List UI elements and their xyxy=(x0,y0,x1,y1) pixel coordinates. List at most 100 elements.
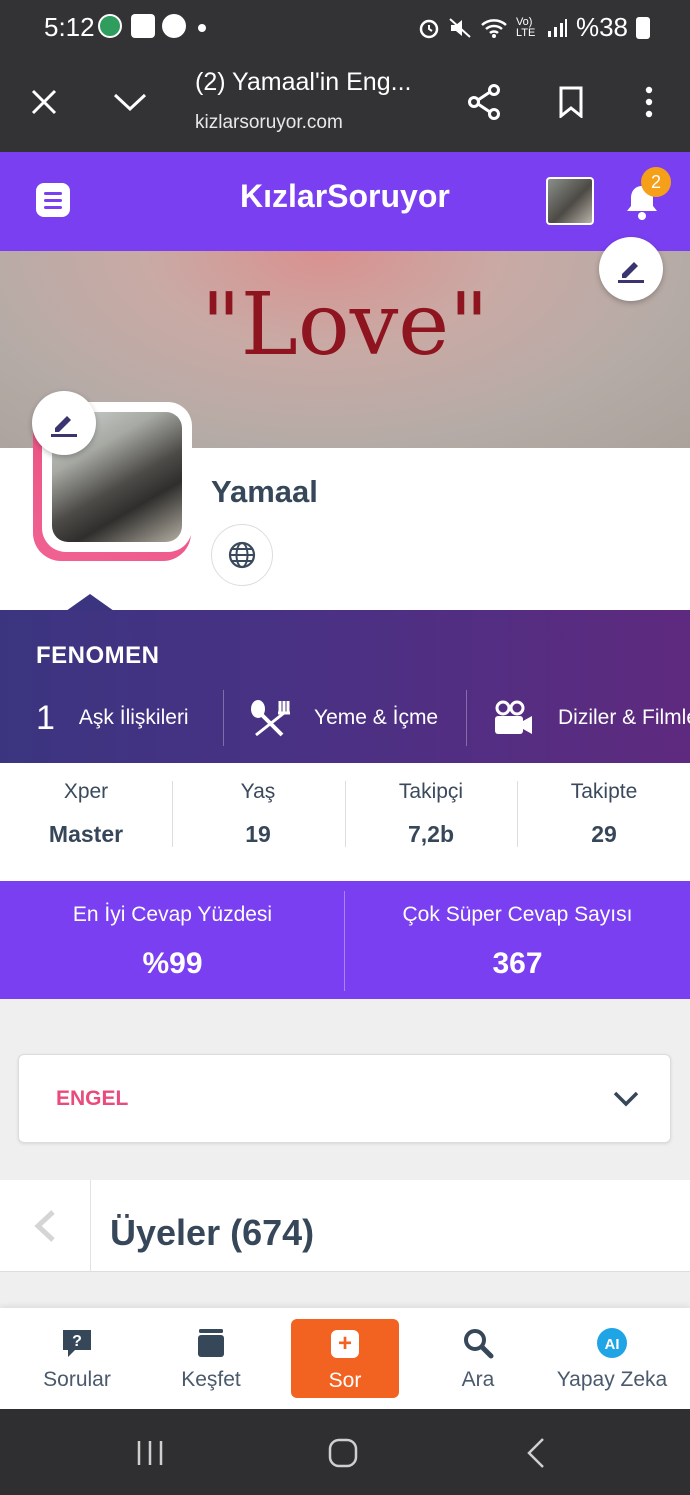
profile-username: Yamaal xyxy=(211,474,318,509)
chevron-left-icon xyxy=(34,1210,55,1242)
svg-text:AI: AI xyxy=(605,1336,620,1353)
stat-age: Yaş 19 xyxy=(172,763,344,881)
back-icon xyxy=(527,1438,544,1468)
nav-explore[interactable]: Keşfet xyxy=(146,1308,276,1409)
utensils-icon xyxy=(251,700,290,737)
edit-avatar-button[interactable] xyxy=(32,391,96,455)
battery-icon xyxy=(636,16,650,39)
divider xyxy=(466,690,467,746)
rank-number: 1 xyxy=(36,698,55,737)
stat-label: Takipçi xyxy=(398,780,464,803)
home-button[interactable] xyxy=(315,1427,371,1479)
status-right: Vo) LTE %38 xyxy=(418,12,650,43)
back-button[interactable] xyxy=(0,1180,91,1272)
browser-bar: (2) Yamaal'in Eng... kizlarsoruyor.com xyxy=(0,56,690,152)
category-label: Diziler & Filmler xyxy=(558,706,690,729)
gallery-notification-icon xyxy=(131,14,155,38)
members-header: Üyeler (674) xyxy=(0,1180,690,1272)
close-icon xyxy=(31,89,57,115)
edit-cover-button[interactable] xyxy=(599,237,663,301)
block-label: ENGEL xyxy=(56,1087,129,1110)
search-icon xyxy=(464,1329,494,1359)
stat-value: Master xyxy=(48,821,124,847)
stat-following[interactable]: Takipte 29 xyxy=(518,763,690,881)
home-icon xyxy=(328,1438,358,1468)
signal-icon xyxy=(547,18,567,37)
close-tab-button[interactable] xyxy=(18,76,70,128)
fenomen-category[interactable]: Diziler & Filmler xyxy=(492,690,690,746)
nav-ask-button[interactable]: + Sor xyxy=(291,1319,399,1398)
edit-icon xyxy=(618,262,644,283)
user-avatar[interactable] xyxy=(546,177,594,225)
more-notifications-dot xyxy=(198,24,206,32)
page-title: (2) Yamaal'in Eng... xyxy=(195,68,412,96)
super-answer-count: Çok Süper Cevap Sayısı 367 xyxy=(345,881,690,999)
bottom-navigation: ? Sorular Keşfet + Sor Ara AI Yapay Zeka xyxy=(0,1308,690,1409)
nav-label: Ara xyxy=(461,1368,495,1391)
stat-followers[interactable]: Takipçi 7,2b xyxy=(345,763,517,881)
stat-value: %99 xyxy=(142,947,203,980)
minimize-button[interactable] xyxy=(104,76,156,128)
bookmark-icon xyxy=(559,86,583,118)
network-type: Vo) LTE xyxy=(515,15,536,39)
fenomen-category[interactable]: 1 Aşk İlişkileri xyxy=(36,690,189,746)
chevron-down-icon xyxy=(113,93,147,112)
stat-xper: Xper Master xyxy=(0,763,172,881)
ai-icon: AI xyxy=(597,1328,627,1358)
banner-notch xyxy=(66,594,114,611)
svg-text:?: ? xyxy=(72,1333,82,1350)
category-label: Yeme & İçme xyxy=(314,706,439,729)
nav-label: Keşfet xyxy=(181,1368,241,1391)
stat-value: 29 xyxy=(591,821,617,847)
globe-icon xyxy=(228,541,256,569)
divider xyxy=(223,690,224,746)
bookmark-button[interactable] xyxy=(545,76,597,128)
stat-value: 367 xyxy=(492,947,543,980)
fenomen-category[interactable]: Yeme & İçme xyxy=(248,690,438,746)
share-icon xyxy=(468,84,500,120)
nav-ai[interactable]: AI Yapay Zeka xyxy=(547,1308,677,1409)
category-label: Aşk İlişkileri xyxy=(78,706,189,729)
stat-value: 7,2b xyxy=(407,821,455,847)
best-answer-percentage: En İyi Cevap Yüzdesi %99 xyxy=(0,881,345,999)
nav-questions[interactable]: ? Sorular xyxy=(12,1308,142,1409)
alarm-icon xyxy=(419,19,439,38)
answer-stats: En İyi Cevap Yüzdesi %99 Çok Süper Cevap… xyxy=(0,881,690,999)
page-url[interactable]: kizlarsoruyor.com xyxy=(195,112,343,134)
mute-icon xyxy=(449,17,471,38)
battery-percent: %38 xyxy=(575,12,628,42)
website-button[interactable] xyxy=(211,524,273,586)
edit-icon xyxy=(51,416,77,437)
nav-label: Sorular xyxy=(43,1368,111,1391)
system-navigation xyxy=(0,1409,690,1495)
menu-icon-line xyxy=(44,198,62,202)
film-camera-icon xyxy=(495,700,532,734)
site-logo[interactable]: KızlarSoruyor xyxy=(240,178,450,215)
stat-label: Takipte xyxy=(570,780,638,803)
menu-icon-line xyxy=(44,191,62,195)
notification-badge: 2 xyxy=(641,167,671,197)
site-header: KızlarSoruyor xyxy=(0,152,690,251)
menu-button[interactable] xyxy=(36,183,70,217)
stat-label: En İyi Cevap Yüzdesi xyxy=(72,903,273,926)
status-time: 5:12 xyxy=(44,12,95,42)
more-options-button[interactable] xyxy=(623,76,675,128)
nav-search[interactable]: Ara xyxy=(413,1308,543,1409)
stat-label: Çok Süper Cevap Sayısı xyxy=(402,903,633,926)
more-vertical-icon xyxy=(645,86,653,118)
wifi-icon xyxy=(481,18,507,38)
shazam-notification-icon xyxy=(162,14,186,38)
stat-label: Xper xyxy=(63,780,109,803)
status-bar: 5:12 Vo) LTE %38 xyxy=(0,0,690,56)
recent-apps-icon xyxy=(137,1441,163,1465)
stat-label: Yaş xyxy=(240,780,276,803)
fenomen-banner: FENOMEN 1 Aşk İlişkileri Yeme & İçme Diz… xyxy=(0,610,690,763)
back-system-button[interactable] xyxy=(508,1427,564,1479)
nav-label: Sor xyxy=(328,1369,362,1392)
block-dropdown[interactable]: ENGEL xyxy=(18,1054,671,1143)
share-button[interactable] xyxy=(458,76,510,128)
recent-apps-button[interactable] xyxy=(122,1427,178,1479)
fenomen-title: FENOMEN xyxy=(36,642,160,669)
members-title: Üyeler (674) xyxy=(110,1212,315,1253)
android-notification-icon xyxy=(98,14,122,38)
